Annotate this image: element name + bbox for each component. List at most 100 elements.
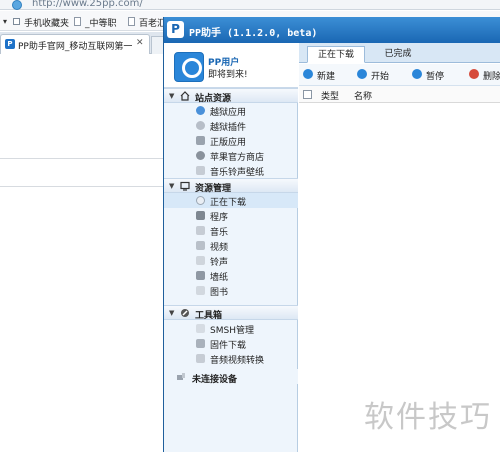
sidebar-item-books[interactable]: 图书 [164, 283, 298, 298]
avatar[interactable] [174, 52, 204, 82]
delete-icon [469, 69, 479, 79]
shsh-icon [196, 324, 205, 333]
firmware-icon [196, 339, 205, 348]
page-icon [128, 17, 135, 26]
globe-icon [12, 0, 22, 10]
sidebar-item-downloading[interactable]: 正在下载 [164, 193, 298, 208]
sidebar: PP用户 即将到来! ▼ 站点资源 越狱应用 越狱插件 正版应用 苹果官方商店 … [164, 43, 298, 452]
music-icon [196, 226, 205, 235]
sidebar-item-jailbreak-plugins[interactable]: 越狱插件 [164, 118, 298, 133]
monitor-icon [180, 181, 190, 191]
tab-title: PP助手官网_移动互联网第一门 [18, 42, 133, 52]
app-store-icon [196, 136, 205, 145]
bookmark-mobile-favorites[interactable]: 手机收藏夹 [24, 16, 69, 29]
user-panel: PP用户 即将到来! [164, 43, 298, 88]
divider [0, 186, 163, 187]
screen: http://www.25pp.com/ ▾ 手机收藏夹 _中等职 百老汇 P … [0, 0, 500, 452]
section-label: 工具箱 [195, 311, 223, 321]
convert-icon [196, 354, 205, 363]
sidebar-item-shsh-management[interactable]: SMSH管理 [164, 321, 298, 336]
apple-icon [196, 151, 205, 160]
chevron-down-icon: ▼ [169, 182, 175, 190]
play-icon [357, 69, 367, 79]
user-subtitle: 即将到来! [208, 70, 248, 80]
wrench-icon [181, 309, 189, 317]
sidebar-item-label: 视频 [210, 243, 229, 253]
music-icon [196, 166, 205, 175]
button-label: 暂停 [426, 72, 445, 82]
sidebar-item-wallpapers[interactable]: 墙纸 [164, 268, 298, 283]
video-icon [196, 241, 205, 250]
column-name[interactable]: 名称 [354, 89, 372, 102]
section-toolbox[interactable]: ▼ 工具箱 [164, 305, 298, 321]
sidebar-item-label: 程序 [210, 213, 229, 223]
sidebar-item-label: 正版应用 [210, 138, 247, 148]
sidebar-item-label: 固件下载 [210, 341, 247, 351]
home-icon [180, 91, 190, 101]
sidebar-item-label: 铃声 [210, 258, 229, 268]
sidebar-item-firmware-download[interactable]: 固件下载 [164, 336, 298, 351]
pp-app-icon [196, 106, 205, 115]
sidebar-item-av-convert[interactable]: 音频视频转换 [164, 351, 298, 366]
chevron-down-icon: ▼ [169, 309, 175, 317]
sidebar-item-label: 越狱应用 [210, 108, 247, 118]
wallpaper-icon [196, 271, 205, 280]
button-label: 删除 [483, 72, 500, 82]
plus-icon [303, 69, 313, 79]
pp-logo-icon: P [167, 21, 184, 38]
column-type[interactable]: 类型 [321, 89, 339, 102]
sidebar-item-music[interactable]: 音乐 [164, 223, 298, 238]
sidebar-item-label: 音频视频转换 [210, 356, 265, 366]
sidebar-item-label: 音乐 [210, 228, 229, 238]
section-site-resources[interactable]: ▼ 站点资源 [164, 88, 298, 104]
address-text[interactable]: http://www.25pp.com/ [32, 0, 143, 9]
button-label: 新建 [317, 72, 336, 82]
pp-assistant-window: P PP助手 (1.1.2.0, beta) PP用户 即将到来! ▼ 站点资源… [163, 17, 500, 452]
chevron-down-icon[interactable]: ▾ [3, 17, 7, 26]
pause-icon [412, 69, 422, 79]
sidebar-item-label: 正在下载 [210, 198, 247, 208]
window-title: PP助手 (1.1.2.0, beta) [189, 28, 318, 39]
pp-logo-icon: P [5, 39, 15, 49]
tab-downloading[interactable]: 正在下载 [307, 46, 365, 63]
sidebar-item-ringtones[interactable]: 铃声 [164, 253, 298, 268]
title-bar[interactable]: P PP助手 (1.1.2.0, beta) [164, 17, 500, 43]
button-label: 开始 [371, 72, 390, 82]
section-resource-management[interactable]: ▼ 资源管理 [164, 178, 298, 194]
sidebar-item-label: 图书 [210, 288, 229, 298]
plugin-icon [196, 121, 205, 130]
tab-completed[interactable]: 已完成 [369, 46, 427, 63]
download-icon [196, 196, 205, 205]
sidebar-item-label: 音乐铃声壁纸 [210, 168, 265, 178]
toolbar: 新建 开始 暂停 删除 [299, 64, 500, 86]
program-icon [196, 211, 205, 220]
section-label: 未连接设备 [192, 375, 238, 385]
sidebar-item-programs[interactable]: 程序 [164, 208, 298, 223]
sidebar-item-jailbreak-apps[interactable]: 越狱应用 [164, 103, 298, 118]
sidebar-item-apple-store[interactable]: 苹果官方商店 [164, 148, 298, 163]
sidebar-item-video[interactable]: 视频 [164, 238, 298, 253]
tab-pp-site[interactable]: P PP助手官网_移动互联网第一门 ✕ [0, 34, 150, 54]
tab-strip: 正在下载 已完成 [299, 43, 500, 63]
close-icon[interactable]: ✕ [136, 38, 144, 48]
main-panel: 正在下载 已完成 新建 开始 暂停 删除 类型 名称 [299, 43, 500, 452]
ringtone-icon [196, 256, 205, 265]
sidebar-item-genuine-apps[interactable]: 正版应用 [164, 133, 298, 148]
device-icon [177, 373, 185, 380]
watermark: 软件技巧 [364, 400, 492, 435]
select-all-checkbox[interactable] [303, 90, 312, 99]
bookmark-vocational[interactable]: _中等职 [85, 16, 117, 29]
address-bar[interactable]: http://www.25pp.com/ [0, 0, 500, 10]
sidebar-item-label: 越狱插件 [210, 123, 247, 133]
column-header: 类型 名称 [299, 86, 500, 103]
divider [0, 158, 163, 159]
bookmark-folder-icon [13, 18, 20, 25]
book-icon [196, 286, 205, 295]
page-icon [74, 17, 81, 26]
section-device-status[interactable]: 未连接设备 [164, 369, 298, 385]
sidebar-item-label: 墙纸 [210, 273, 229, 283]
bookmark-broadway[interactable]: 百老汇 [139, 16, 166, 29]
chevron-down-icon: ▼ [169, 92, 175, 100]
sidebar-item-music-ringtone-wallpaper[interactable]: 音乐铃声壁纸 [164, 163, 298, 178]
sidebar-item-label: 苹果官方商店 [210, 153, 265, 163]
